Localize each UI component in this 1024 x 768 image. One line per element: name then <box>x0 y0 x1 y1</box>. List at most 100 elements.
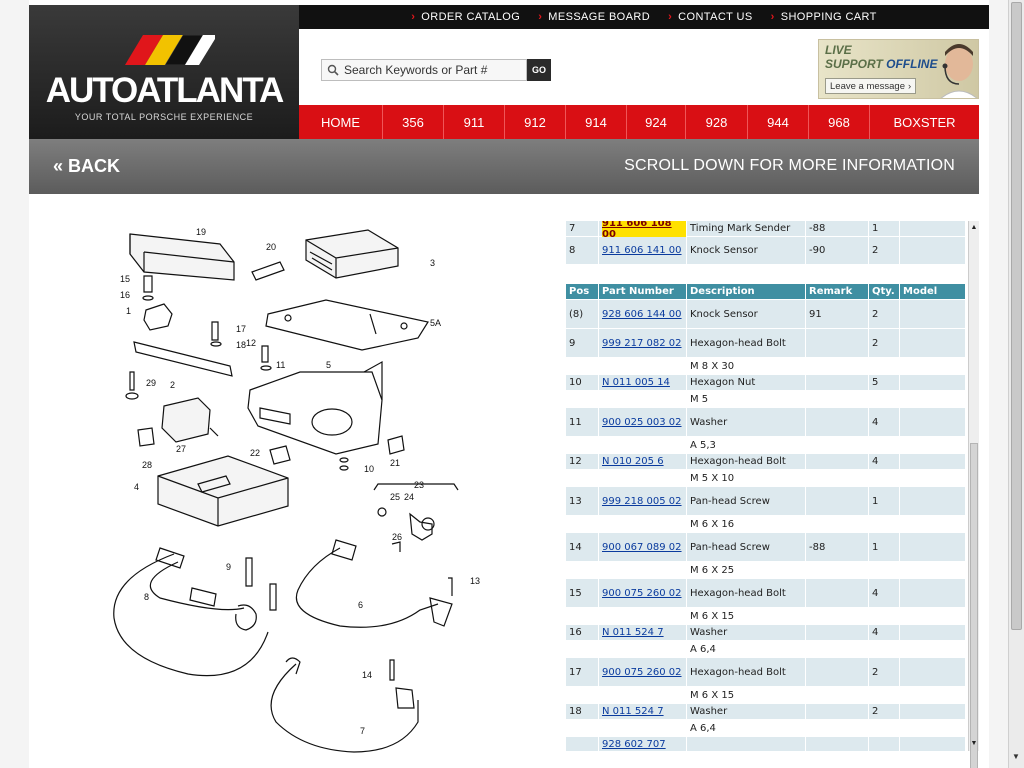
callout-number: 14 <box>362 670 372 680</box>
scroll-down-icon[interactable]: ▼ <box>1012 752 1020 761</box>
model-cell <box>900 516 966 532</box>
nav-914[interactable]: 914 <box>566 105 627 139</box>
part-number-link[interactable]: 928 602 707 <box>602 739 666 750</box>
spec-row: M 6 X 15 <box>566 687 966 704</box>
part-number-cell: N 011 005 14 <box>599 375 687 390</box>
leave-message-button[interactable]: Leave a message › <box>825 78 917 94</box>
scroll-down-icon[interactable]: ▼ <box>969 739 979 749</box>
nav-912[interactable]: 912 <box>505 105 566 139</box>
part-number-link[interactable]: 999 218 005 02 <box>602 496 682 507</box>
scroll-thumb[interactable] <box>970 443 978 768</box>
callout-number: 28 <box>142 460 152 470</box>
qty-cell <box>869 470 900 486</box>
part-number-link[interactable]: N 011 005 14 <box>602 377 670 388</box>
qty-cell <box>869 737 900 751</box>
part-number-cell <box>599 608 687 624</box>
nav-968[interactable]: 968 <box>809 105 870 139</box>
callout-number: 20 <box>266 242 276 252</box>
spec-cell-text: A 6,4 <box>690 643 716 655</box>
description-cell-text: Knock Sensor <box>690 308 758 320</box>
part-number-cell <box>599 470 687 486</box>
part-number-link[interactable]: 999 217 082 02 <box>602 338 682 349</box>
parts-scrollbar[interactable]: ▲ ▼ <box>968 221 979 768</box>
part-number-link[interactable]: N 010 205 6 <box>602 456 664 467</box>
callout-number: 4 <box>134 482 139 492</box>
back-link[interactable]: « BACK <box>53 156 120 177</box>
remark-cell <box>806 391 869 407</box>
model-cell <box>900 358 966 374</box>
remark-cell: -88 <box>806 221 869 236</box>
callout-number: 13 <box>470 576 480 586</box>
part-number-link[interactable]: N 011 524 7 <box>602 627 664 638</box>
topnav-contact-us[interactable]: › CONTACT US <box>668 11 753 23</box>
model-cell <box>900 470 966 486</box>
callout-number: 5A <box>430 318 441 328</box>
parts-diagram: 19 20 3 15 16 1 17 18 12 11 5A 5 29 2 27 28 22 9 10 21 4 23 25… <box>113 227 480 753</box>
pos-cell <box>566 358 599 374</box>
table-row: 10 N 011 005 14 Hexagon Nut 5 <box>566 375 966 391</box>
spec-cell-text: M 5 <box>690 393 709 405</box>
site-logo[interactable]: AUTOATLANTA YOUR TOTAL PORSCHE EXPERIENC… <box>29 5 299 139</box>
part-number-cell: N 011 524 7 <box>599 625 687 640</box>
header-part-number-text: Part Number <box>602 286 674 297</box>
callout-number: 21 <box>390 458 400 468</box>
description-cell-text: Hexagon-head Bolt <box>690 666 786 678</box>
callout-number: 24 <box>404 492 414 502</box>
topnav-message-board[interactable]: › MESSAGE BOARD <box>538 11 650 23</box>
nav-911[interactable]: 911 <box>444 105 505 139</box>
remark-cell-text: -88 <box>809 223 826 234</box>
topnav-label: CONTACT US <box>678 11 753 23</box>
part-number-cell <box>599 516 687 532</box>
search-go-button[interactable]: GO <box>527 59 551 81</box>
pos-cell <box>566 562 599 578</box>
pos-cell-text: 10 <box>569 377 582 388</box>
pos-cell-text: 16 <box>569 627 582 638</box>
live-support-widget: LIVE SUPPORT OFFLINE Leave a message › <box>818 39 979 99</box>
nav-928[interactable]: 928 <box>686 105 748 139</box>
spec-row: M 6 X 16 <box>566 516 966 533</box>
part-number-link[interactable]: 911 606 141 00 <box>602 245 682 256</box>
scroll-up-icon[interactable]: ▲ <box>969 223 979 233</box>
qty-cell-text: 1 <box>872 495 879 507</box>
part-number-link[interactable]: 900 067 089 02 <box>602 542 682 553</box>
topnav-shopping-cart[interactable]: › SHOPPING CART <box>771 11 877 23</box>
part-number-cell: 928 602 707 <box>599 737 687 751</box>
nav-924[interactable]: 924 <box>627 105 686 139</box>
window-scrollbar[interactable]: ▼ <box>1008 0 1024 768</box>
remark-cell <box>806 658 869 686</box>
nav-944[interactable]: 944 <box>748 105 809 139</box>
chevron-right-icon: › <box>411 11 416 23</box>
part-number-link[interactable]: 900 075 260 02 <box>602 588 682 599</box>
model-cell <box>900 687 966 703</box>
topnav-order-catalog[interactable]: › ORDER CATALOG <box>411 11 520 23</box>
qty-cell-text: 4 <box>872 416 879 428</box>
model-cell <box>900 391 966 407</box>
qty-cell-text: 2 <box>872 245 879 256</box>
search-box <box>321 59 527 81</box>
description-cell: Knock Sensor <box>687 300 806 328</box>
description-cell <box>687 737 806 751</box>
callout-number: 18 <box>236 340 246 350</box>
header-model: Model <box>900 284 966 299</box>
nav-356[interactable]: 356 <box>383 105 444 139</box>
part-number-link[interactable]: N 011 524 7 <box>602 706 664 717</box>
window-scroll-thumb[interactable] <box>1011 2 1022 630</box>
part-number-link[interactable]: 900 025 003 02 <box>602 417 682 428</box>
model-cell <box>900 704 966 719</box>
description-cell-text: Knock Sensor <box>690 245 758 256</box>
chevron-right-icon: › <box>538 11 543 23</box>
page: AUTOATLANTA YOUR TOTAL PORSCHE EXPERIENC… <box>0 0 1008 768</box>
table-row: 9 999 217 082 02 Hexagon-head Bolt 2 <box>566 329 966 358</box>
spec-row: M 6 X 15 <box>566 608 966 625</box>
callout-number: 17 <box>236 324 246 334</box>
table-row: (8) 928 606 144 00 Knock Sensor 91 2 <box>566 300 966 329</box>
search-input[interactable] <box>344 63 524 77</box>
part-number-cell <box>599 358 687 374</box>
part-number-link[interactable]: 928 606 144 00 <box>602 309 682 320</box>
nav-home[interactable]: HOME <box>299 105 383 139</box>
spec-row: M 8 X 30 <box>566 358 966 375</box>
topnav-label: MESSAGE BOARD <box>548 11 651 23</box>
part-number-link[interactable]: 900 075 260 02 <box>602 667 682 678</box>
nav-boxster[interactable]: BOXSTER <box>870 105 979 139</box>
description-cell-text: Hexagon-head Bolt <box>690 456 786 467</box>
